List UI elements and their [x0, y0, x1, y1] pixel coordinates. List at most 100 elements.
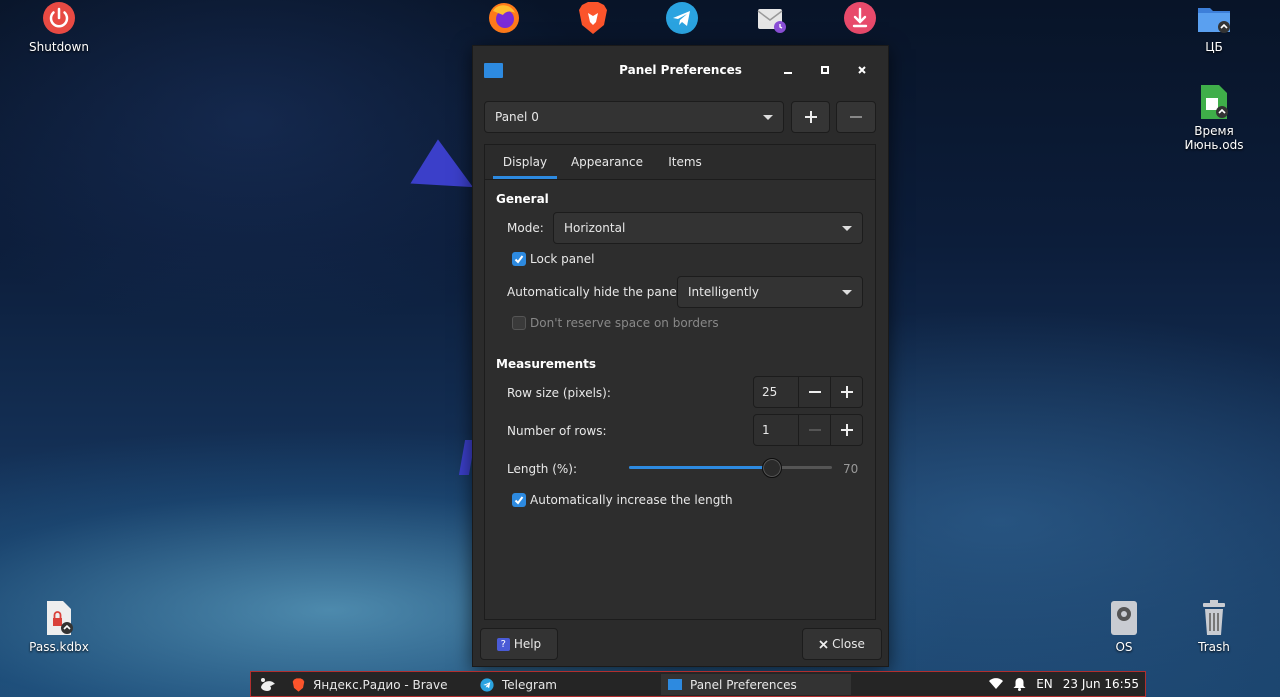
plus-icon — [804, 111, 817, 123]
clock[interactable]: 23 Jun 16:55 — [1063, 677, 1139, 691]
close-label: Close — [832, 637, 865, 651]
length-value: 70 — [843, 462, 859, 476]
desktop-icon-pass[interactable]: Pass.kdbx — [19, 600, 99, 654]
spreadsheet-icon — [1196, 84, 1232, 120]
desktop-icon-label-line1: Время — [1194, 124, 1234, 138]
task-panel-preferences[interactable]: Panel Preferences — [661, 674, 851, 695]
help-button[interactable]: ? Help — [480, 628, 558, 660]
desktop-icon-spreadsheet[interactable]: Время Июнь.ods — [1174, 84, 1254, 152]
length-label: Length (%): — [507, 462, 578, 476]
trash-icon — [1196, 600, 1232, 636]
close-button[interactable]: Close — [802, 628, 882, 660]
check-icon — [514, 255, 524, 264]
panel-select[interactable]: Panel 0 — [484, 101, 784, 133]
auto-length-checkbox[interactable] — [512, 493, 526, 507]
telegram-icon[interactable] — [664, 0, 700, 36]
reserve-space-checkbox[interactable] — [512, 316, 526, 330]
brave-icon — [292, 677, 305, 692]
minus-icon — [850, 116, 862, 118]
mode-select[interactable]: Horizontal — [553, 212, 863, 244]
length-slider[interactable] — [629, 458, 832, 478]
mode-select-value: Horizontal — [564, 221, 626, 235]
row-size-decrement-button[interactable] — [798, 377, 831, 407]
help-icon: ? — [496, 637, 510, 651]
tab-items[interactable]: Items — [659, 145, 711, 179]
desktop-icon-label: ЦБ — [1205, 40, 1223, 54]
brave-icon[interactable] — [575, 0, 611, 36]
locked-file-icon — [41, 600, 77, 636]
row-size-label: Row size (pixels): — [507, 386, 611, 400]
chevron-down-icon — [842, 226, 852, 231]
close-window-button[interactable] — [852, 60, 872, 80]
remove-panel-button[interactable] — [836, 101, 876, 133]
tab-display[interactable]: Display — [493, 145, 557, 179]
reserve-space-label: Don't reserve space on borders — [530, 316, 719, 330]
rows-increment-button[interactable] — [830, 415, 863, 445]
row-size-spinner[interactable]: 25 — [753, 376, 863, 408]
minimize-button[interactable] — [778, 60, 798, 80]
telegram-icon — [480, 677, 494, 692]
system-tray: EN 23 Jun 16:55 — [989, 672, 1139, 696]
display-tab-panel: General Mode: Horizontal Lock panel Auto… — [485, 180, 875, 619]
mode-label: Mode: — [507, 221, 544, 235]
autohide-select[interactable]: Intelligently — [677, 276, 863, 308]
panel-preferences-window: Panel Preferences Panel 0 Display Appear… — [472, 45, 889, 667]
maximize-icon — [821, 66, 829, 74]
task-brave[interactable]: Яндекс.Радио - Brave — [285, 674, 470, 695]
desktop-icon-label: OS — [1115, 640, 1133, 654]
drive-icon — [1106, 600, 1142, 636]
chevron-down-icon — [763, 115, 773, 120]
task-telegram[interactable]: Telegram — [473, 674, 658, 695]
task-label: Telegram — [502, 677, 557, 692]
rows-decrement-button[interactable] — [798, 415, 831, 445]
desktop-icon-trash[interactable]: Trash — [1174, 600, 1254, 654]
wifi-icon — [989, 678, 1004, 689]
close-icon — [819, 639, 828, 649]
taskbar: Яндекс.Радио - Brave Telegram Panel Pref… — [250, 671, 1146, 697]
desktop-icon-label: Shutdown — [29, 40, 89, 54]
task-label: Panel Preferences — [690, 677, 797, 692]
whisker-menu-icon[interactable] — [259, 675, 277, 696]
auto-length-label[interactable]: Automatically increase the length — [530, 493, 733, 507]
plus-icon — [841, 386, 853, 398]
rows-value[interactable]: 1 — [762, 423, 770, 437]
download-icon[interactable] — [842, 0, 878, 36]
desktop-icon-os[interactable]: OS — [1084, 600, 1164, 654]
row-size-increment-button[interactable] — [830, 377, 863, 407]
firefox-icon[interactable] — [486, 0, 522, 36]
add-panel-button[interactable] — [791, 101, 830, 133]
rows-spinner[interactable]: 1 — [753, 414, 863, 446]
lock-panel-label[interactable]: Lock panel — [530, 252, 594, 266]
task-label: Яндекс.Радио - Brave — [313, 677, 448, 692]
desktop-icon-shutdown[interactable]: Shutdown — [19, 0, 99, 54]
desktop-icon-label: Pass.kdbx — [29, 640, 89, 654]
minus-icon — [809, 429, 821, 431]
tab-bar: Display Appearance Items — [485, 145, 875, 180]
minus-icon — [809, 391, 821, 393]
help-label: Help — [513, 637, 542, 651]
desktop-icon-label-line2: Июнь.ods — [1184, 138, 1244, 152]
window-titlebar[interactable]: Panel Preferences — [473, 46, 888, 96]
keyboard-layout[interactable]: EN — [1036, 677, 1053, 691]
tab-appearance[interactable]: Appearance — [565, 145, 649, 179]
maximize-button[interactable] — [815, 60, 835, 80]
autohide-select-value: Intelligently — [688, 285, 759, 299]
row-size-value[interactable]: 25 — [762, 385, 777, 399]
check-icon — [514, 496, 524, 505]
measurements-heading: Measurements — [496, 357, 596, 371]
preferences-notebook: Display Appearance Items General Mode: H… — [484, 144, 876, 620]
mail-icon[interactable] — [753, 0, 789, 36]
rows-label: Number of rows: — [507, 424, 607, 438]
minimize-icon — [784, 72, 792, 74]
desktop-icon-cb[interactable]: ЦБ — [1174, 0, 1254, 54]
general-heading: General — [496, 192, 549, 206]
length-slider-fill — [629, 466, 772, 469]
folder-icon — [1196, 0, 1232, 36]
desktop-icon-label: Trash — [1198, 640, 1230, 654]
notification-bell-icon — [1013, 678, 1026, 691]
window-icon — [668, 679, 682, 690]
power-icon — [41, 0, 77, 36]
length-slider-handle[interactable] — [762, 458, 783, 478]
close-icon — [858, 66, 866, 74]
lock-panel-checkbox[interactable] — [512, 252, 526, 266]
